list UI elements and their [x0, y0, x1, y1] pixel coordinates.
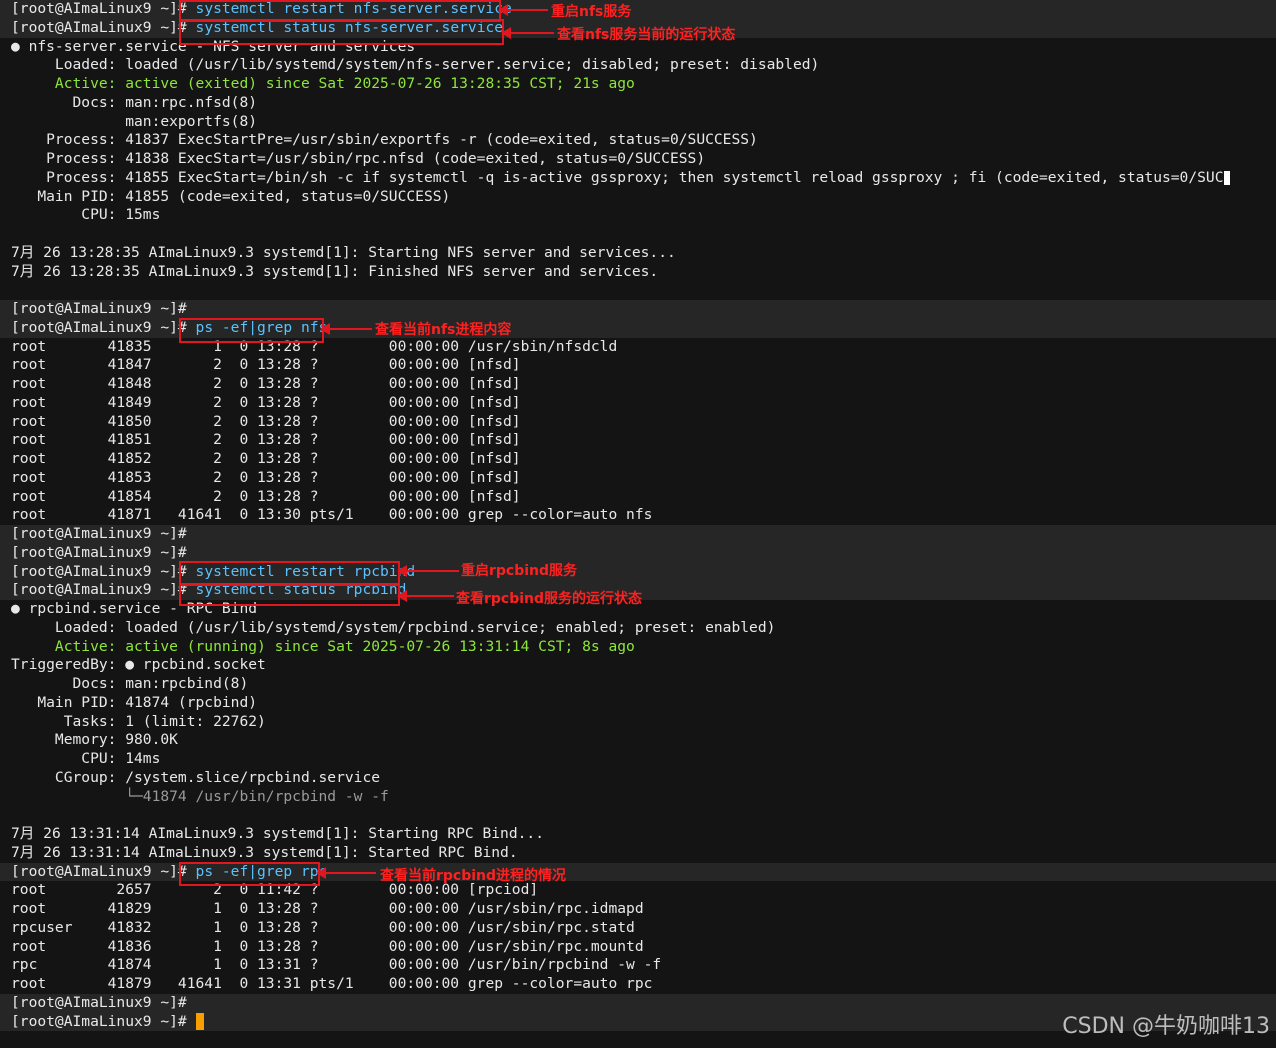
process-row: root 41871 41641 0 13:30 pts/1 00:00:00 …	[11, 506, 653, 524]
prompt-line: [root@AImaLinux9 ~]#	[0, 525, 1276, 544]
annotation-arrow	[397, 565, 459, 577]
annotation-arrow	[397, 590, 454, 602]
prompt: [root@AImaLinux9 ~]#	[11, 525, 187, 542]
status-active: Active: active (running) since Sat 2025-…	[11, 637, 635, 655]
prompt-line: [root@AImaLinux9 ~]#	[0, 300, 1276, 319]
prompt-line: [root@AImaLinux9 ~]# ps -ef|grep nfs	[0, 318, 1276, 338]
status-active: Active: active (exited) since Sat 2025-0…	[11, 75, 635, 92]
text-cursor	[195, 1013, 204, 1030]
process-row: root 41847 2 0 13:28 ? 00:00:00 [nfsd]	[11, 356, 521, 374]
command-status-rpcbind: systemctl status rpcbind	[195, 581, 407, 599]
process-row: root 41879 41641 0 13:31 pts/1 00:00:00 …	[11, 975, 653, 992]
annotation-label: 查看当前nfs进程内容	[375, 322, 512, 338]
annotation-label: 查看nfs服务当前的运行状态	[557, 27, 736, 43]
process-row: root 41850 2 0 13:28 ? 00:00:00 [nfsd]	[11, 412, 521, 430]
annotation-arrow	[316, 867, 376, 879]
journal-line: 7月 26 13:28:35 AImaLinux9.3 systemd[1]: …	[11, 243, 676, 261]
prompt: [root@AImaLinux9 ~]#	[11, 1012, 187, 1030]
status-docs: Docs: man:rpc.nfsd(8)	[11, 93, 258, 111]
command-ps-rpc: ps -ef|grep rpc	[195, 862, 328, 880]
status-process: Process: 41837 ExecStartPre=/usr/sbin/ex…	[11, 131, 758, 149]
annotation-label: 重启nfs服务	[551, 4, 632, 20]
process-row: root 41829 1 0 13:28 ? 00:00:00 /usr/sbi…	[11, 900, 644, 917]
command-restart-nfs: systemctl restart nfs-server.service	[195, 0, 512, 17]
prompt-line: [root@AImaLinux9 ~]# systemctl restart n…	[0, 0, 1276, 19]
status-process: Process: 41855 ExecStart=/bin/sh -c if s…	[11, 169, 1276, 188]
prompt: [root@AImaLinux9 ~]#	[11, 318, 187, 336]
annotation-label: 重启rpcbind服务	[461, 563, 578, 579]
process-row: root 41835 1 0 13:28 ? 00:00:00 /usr/sbi…	[11, 337, 618, 355]
annotation-label: 查看rpcbind服务的运行状态	[456, 591, 643, 607]
command-ps-nfs: ps -ef|grep nfs	[195, 318, 328, 336]
prompt: [root@AImaLinux9 ~]#	[11, 300, 187, 317]
journal-line: 7月 26 13:28:35 AImaLinux9.3 systemd[1]: …	[11, 262, 659, 280]
status-docs: man:exportfs(8)	[11, 112, 258, 130]
status-process: Process: 41838 ExecStart=/usr/sbin/rpc.n…	[11, 150, 706, 167]
prompt: [root@AImaLinux9 ~]#	[11, 543, 187, 561]
annotation-arrow	[501, 27, 554, 39]
status-tasks: Tasks: 1 (limit: 22762)	[11, 712, 266, 730]
process-row: root 41854 2 0 13:28 ? 00:00:00 [nfsd]	[11, 487, 521, 505]
status-cpu: CPU: 14ms	[11, 750, 161, 767]
terminal-output[interactable]: [root@AImaLinux9 ~]# systemctl restart n…	[0, 0, 1276, 1032]
process-row: root 41836 1 0 13:28 ? 00:00:00 /usr/sbi…	[11, 937, 644, 955]
status-main-pid: Main PID: 41874 (rpcbind)	[11, 693, 258, 711]
watermark: CSDN @牛奶咖啡13	[1062, 1014, 1270, 1039]
prompt-line: [root@AImaLinux9 ~]# systemctl restart r…	[0, 562, 1276, 582]
prompt: [root@AImaLinux9 ~]#	[11, 993, 187, 1011]
status-cgroup: CGroup: /system.slice/rpcbind.service	[11, 768, 381, 786]
journal-line: 7月 26 13:31:14 AImaLinux9.3 systemd[1]: …	[11, 843, 518, 861]
status-cpu: CPU: 15ms	[11, 206, 161, 224]
process-row: root 41848 2 0 13:28 ? 00:00:00 [nfsd]	[11, 375, 521, 392]
process-row: rpcuser 41832 1 0 13:28 ? 00:00:00 /usr/…	[11, 918, 635, 936]
truncation-marker	[1223, 170, 1230, 185]
annotation-arrow	[498, 4, 548, 16]
process-row: rpc 41874 1 0 13:31 ? 00:00:00 /usr/bin/…	[11, 956, 662, 974]
process-row: root 41849 2 0 13:28 ? 00:00:00 [nfsd]	[11, 393, 521, 411]
process-row: root 41852 2 0 13:28 ? 00:00:00 [nfsd]	[11, 450, 521, 467]
prompt: [root@AImaLinux9 ~]#	[11, 862, 187, 880]
prompt: [root@AImaLinux9 ~]#	[11, 562, 187, 580]
status-memory: Memory: 980.0K	[11, 731, 178, 749]
process-row: root 41853 2 0 13:28 ? 00:00:00 [nfsd]	[11, 468, 521, 486]
status-main-pid: Main PID: 41855 (code=exited, status=0/S…	[11, 187, 451, 205]
command-restart-rpcbind: systemctl restart rpcbind	[195, 562, 416, 580]
prompt-line: [root@AImaLinux9 ~]#	[0, 543, 1276, 563]
process-row: root 2657 2 0 11:42 ? 00:00:00 [rpciod]	[11, 881, 539, 899]
status-loaded: Loaded: loaded (/usr/lib/systemd/system/…	[11, 56, 820, 74]
journal-line: 7月 26 13:31:14 AImaLinux9.3 systemd[1]: …	[11, 825, 544, 842]
status-docs: Docs: man:rpcbind(8)	[11, 675, 249, 692]
status-header: ● rpcbind.service - RPC Bind	[11, 600, 258, 617]
status-cgroup-process: └─41874 /usr/bin/rpcbind -w -f	[11, 787, 389, 805]
prompt: [root@AImaLinux9 ~]#	[11, 18, 187, 36]
status-triggered-by: TriggeredBy: ● rpcbind.socket	[11, 656, 266, 674]
prompt: [root@AImaLinux9 ~]#	[11, 581, 187, 599]
annotation-arrow	[320, 323, 372, 335]
prompt: [root@AImaLinux9 ~]#	[11, 0, 187, 17]
status-loaded: Loaded: loaded (/usr/lib/systemd/system/…	[11, 618, 776, 636]
process-row: root 41851 2 0 13:28 ? 00:00:00 [nfsd]	[11, 431, 521, 449]
annotation-label: 查看当前rpcbind进程的情况	[380, 868, 567, 884]
prompt-line: [root@AImaLinux9 ~]# ps -ef|grep rpc	[0, 862, 1276, 882]
command-status-nfs: systemctl status nfs-server.service	[195, 18, 504, 36]
